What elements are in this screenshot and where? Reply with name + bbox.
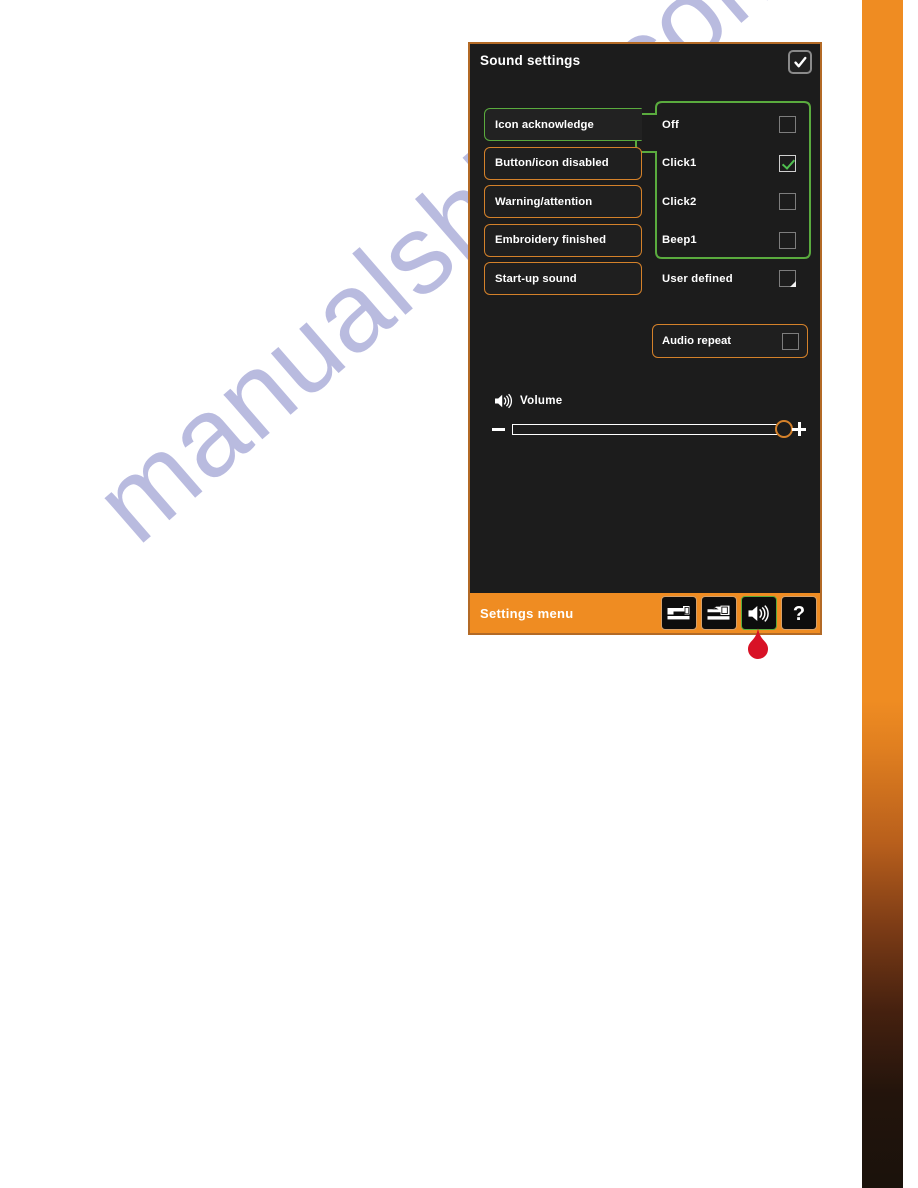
svg-text:?: ?	[793, 603, 805, 625]
option-row-click2[interactable]: Click2	[656, 185, 804, 218]
category-start-up-sound[interactable]: Start-up sound	[484, 262, 642, 295]
volume-slider-knob[interactable]	[775, 420, 793, 438]
settings-menu-title: Settings menu	[480, 605, 574, 621]
sound-settings-dialog: Sound settings Icon acknowledge Button/i…	[468, 42, 822, 635]
option-checkbox-off[interactable]	[779, 116, 796, 133]
settings-button-sound[interactable]	[741, 596, 777, 630]
option-checkbox-click1[interactable]	[779, 154, 796, 172]
red-teardrop-pointer	[744, 628, 772, 668]
category-label: Button/icon disabled	[495, 157, 609, 169]
sound-category-list: Icon acknowledge Button/icon disabled Wa…	[484, 108, 642, 301]
option-row-user-defined[interactable]: User defined	[656, 262, 804, 295]
settings-button-embroidery-machine[interactable]	[701, 596, 737, 630]
volume-slider-track[interactable]	[512, 420, 793, 438]
settings-menu-buttons: ?	[661, 596, 817, 630]
category-warning-attention[interactable]: Warning/attention	[484, 185, 642, 218]
option-checkbox-user-defined[interactable]	[779, 270, 796, 287]
corner-fold-icon	[790, 281, 796, 287]
volume-decrease-button[interactable]	[492, 427, 505, 431]
option-label: Off	[662, 118, 679, 131]
option-row-click1[interactable]: Click1	[656, 147, 804, 180]
speaker-icon	[495, 393, 513, 409]
ok-button[interactable]	[788, 50, 812, 74]
settings-menu-bar: Settings menu ?	[470, 593, 820, 633]
settings-button-help[interactable]: ?	[781, 596, 817, 630]
page-root: manualshive.com Sound settings Icon ackn…	[0, 0, 918, 1188]
option-label: User defined	[662, 272, 733, 285]
category-label: Icon acknowledge	[495, 118, 594, 131]
volume-header: Volume	[494, 393, 562, 409]
speaker-icon	[748, 604, 769, 622]
category-label: Warning/attention	[495, 195, 593, 208]
page-title: Sound settings	[480, 53, 581, 68]
audio-repeat-label: Audio repeat	[662, 335, 732, 347]
option-label: Beep1	[662, 234, 697, 246]
settings-button-sewing-machine[interactable]	[661, 596, 697, 630]
option-row-beep1[interactable]: Beep1	[656, 224, 804, 257]
option-row-off[interactable]: Off	[656, 108, 804, 141]
category-icon-acknowledge[interactable]: Icon acknowledge	[484, 108, 642, 141]
option-checkbox-beep1[interactable]	[779, 231, 796, 249]
category-label: Start-up sound	[495, 272, 577, 285]
category-embroidery-finished[interactable]: Embroidery finished	[484, 223, 642, 257]
option-label: Click1	[662, 157, 697, 169]
category-label: Embroidery finished	[495, 234, 607, 246]
check-icon	[793, 56, 806, 67]
volume-slider-row	[492, 417, 806, 441]
audio-repeat-checkbox[interactable]	[782, 332, 799, 350]
sewing-machine-icon	[667, 606, 690, 620]
embroidery-machine-icon	[707, 605, 730, 620]
help-icon: ?	[793, 603, 805, 625]
option-label: Click2	[662, 195, 697, 208]
category-button-icon-disabled[interactable]: Button/icon disabled	[484, 146, 642, 180]
audio-repeat-row[interactable]: Audio repeat	[652, 324, 808, 358]
page-edge-strip	[862, 0, 903, 1188]
volume-increase-button[interactable]	[792, 422, 806, 436]
volume-label: Volume	[520, 395, 563, 407]
option-checkbox-click2[interactable]	[779, 193, 796, 210]
dialog-body: Sound settings Icon acknowledge Button/i…	[470, 44, 820, 593]
sound-option-list: Off Click1 Click2 Beep1 User defined	[656, 108, 804, 301]
